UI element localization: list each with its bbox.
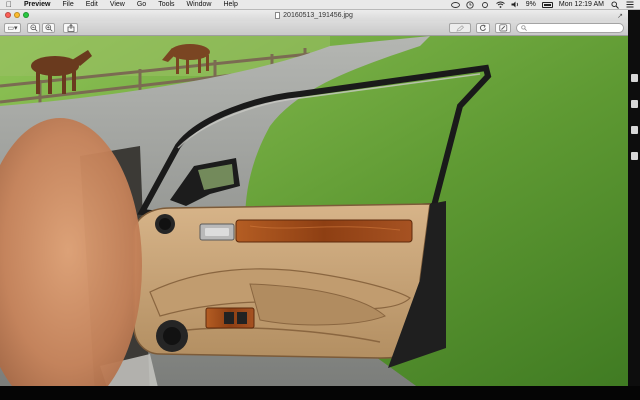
search-input[interactable] xyxy=(530,24,620,32)
menu-window[interactable]: Window xyxy=(181,1,218,8)
tweeter-speaker-cone xyxy=(159,218,171,230)
preview-window: 20160513_191456.jpg ↗ ▭▾ xyxy=(0,10,628,396)
close-button[interactable] xyxy=(5,12,11,18)
car-door-photo xyxy=(0,36,628,396)
minimize-button[interactable] xyxy=(14,12,20,18)
volume-icon[interactable] xyxy=(511,1,520,8)
desktop-edge xyxy=(628,10,640,400)
door-speaker-cone xyxy=(163,327,181,345)
edit-button[interactable] xyxy=(449,23,471,33)
search-field[interactable] xyxy=(516,23,624,33)
battery-percent: 9% xyxy=(525,1,536,8)
menu-bar:  Preview File Edit View Go Tools Window… xyxy=(0,0,640,10)
title-bar[interactable]: 20160513_191456.jpg ↗ xyxy=(0,10,628,21)
menu-tools[interactable]: Tools xyxy=(152,1,180,8)
desktop-file-icon[interactable] xyxy=(631,152,638,160)
menu-view[interactable]: View xyxy=(104,1,131,8)
window-title-text: 20160513_191456.jpg xyxy=(283,12,353,19)
list-icon[interactable] xyxy=(625,1,634,8)
time-machine-icon[interactable] xyxy=(466,0,475,9)
screen:  Preview File Edit View Go Tools Window… xyxy=(0,0,640,400)
rotate-icon xyxy=(479,24,486,31)
window-switch xyxy=(224,312,234,324)
rotate-button[interactable] xyxy=(476,23,490,33)
toolbar: ▭▾ xyxy=(0,21,628,36)
clock[interactable]: Mon 12:19 AM xyxy=(559,1,604,8)
dock-area xyxy=(0,386,640,400)
desktop-file-icon[interactable] xyxy=(631,126,638,134)
markup-button[interactable] xyxy=(495,23,511,33)
window-controls xyxy=(5,12,29,18)
wood-trim xyxy=(235,219,413,243)
door-handle-lever xyxy=(205,228,229,236)
zoom-out-button[interactable] xyxy=(27,23,40,33)
zoom-out-icon xyxy=(29,24,38,32)
sync-icon[interactable] xyxy=(481,1,490,8)
pen-icon xyxy=(498,24,507,32)
window-title: 20160513_191456.jpg xyxy=(275,12,353,19)
status-area: 9% Mon 12:19 AM xyxy=(450,0,640,9)
battery-icon[interactable] xyxy=(541,1,553,8)
search-field-icon xyxy=(521,25,527,31)
wifi-icon[interactable] xyxy=(495,1,505,8)
photo-canvas[interactable] xyxy=(0,36,628,396)
menu-go[interactable]: Go xyxy=(131,1,152,8)
document-icon xyxy=(275,12,281,19)
share-button[interactable] xyxy=(63,23,78,33)
menu-app-preview[interactable]: Preview xyxy=(18,1,56,8)
menu-edit[interactable]: Edit xyxy=(80,1,104,8)
pencil-icon xyxy=(455,24,464,32)
desktop-file-icon[interactable] xyxy=(631,74,638,82)
menu-file[interactable]: File xyxy=(56,1,79,8)
sidebar-icon: ▭▾ xyxy=(7,25,18,32)
desktop-file-icon[interactable] xyxy=(631,100,638,108)
creative-cloud-icon[interactable] xyxy=(450,1,460,8)
share-icon xyxy=(67,24,74,32)
search-icon[interactable] xyxy=(610,0,619,9)
zoom-in-icon xyxy=(44,24,53,32)
apple-icon[interactable]:  xyxy=(0,0,18,9)
window-switch xyxy=(237,312,247,324)
sidebar-button[interactable]: ▭▾ xyxy=(4,23,21,33)
menu-help[interactable]: Help xyxy=(217,1,243,8)
fullscreen-icon[interactable]: ↗ xyxy=(617,12,623,20)
zoom-in-button[interactable] xyxy=(42,23,55,33)
zoom-button[interactable] xyxy=(23,12,29,18)
